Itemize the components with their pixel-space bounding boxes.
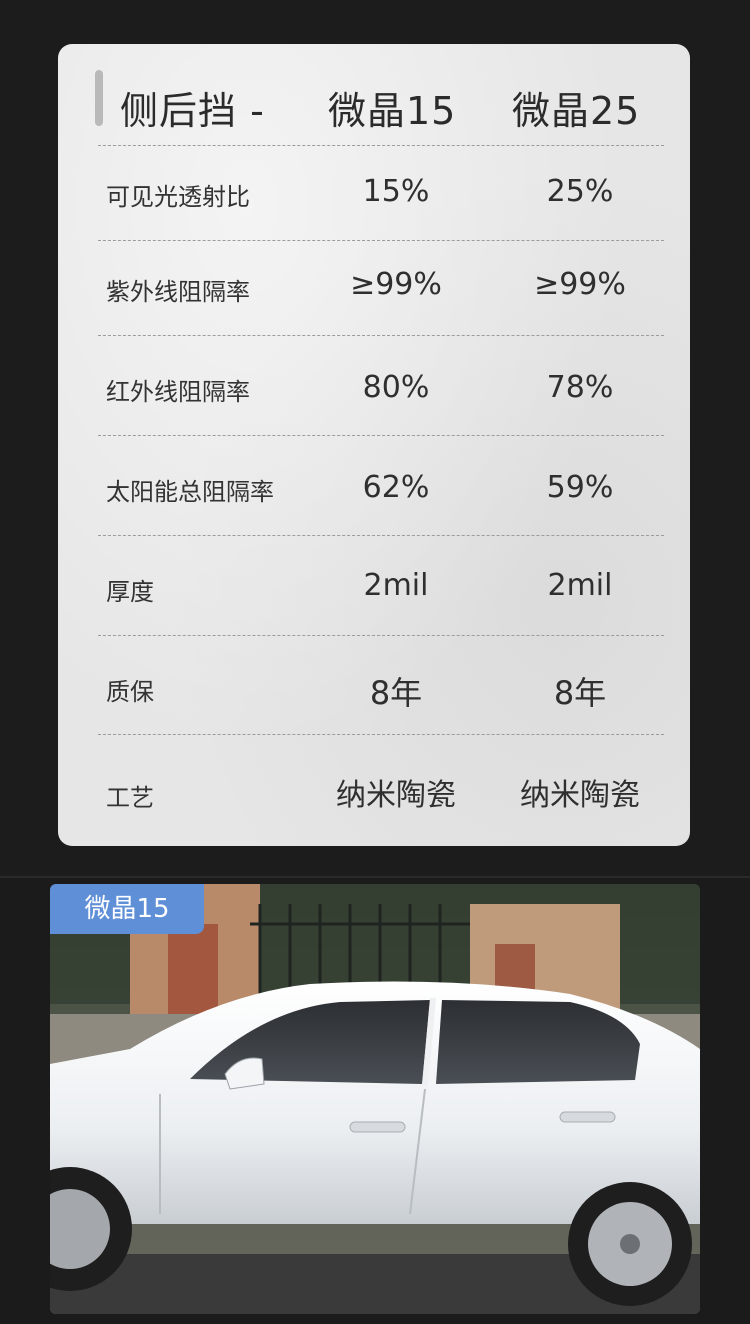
row-divider — [98, 435, 664, 436]
row-value-b: ≥99% — [534, 267, 626, 302]
row-value-a: 8年 — [369, 674, 423, 712]
row-label: 可见光透射比 — [106, 183, 250, 211]
row-value-a: 2mil — [363, 568, 429, 603]
car-photo: 微晶15 — [50, 884, 700, 1314]
row-value-a: ≥99% — [350, 267, 442, 302]
row-label: 红外线阻隔率 — [106, 378, 250, 406]
row-label: 太阳能总阻隔率 — [106, 478, 274, 506]
row-value-b: 8年 — [553, 674, 607, 712]
row-value-b: 2mil — [547, 568, 613, 603]
row-label: 质保 — [106, 678, 154, 706]
row-divider — [98, 635, 664, 636]
row-value-a: 62% — [362, 470, 430, 505]
row-divider — [98, 734, 664, 735]
row-label: 工艺 — [106, 784, 154, 812]
column-header-a: 微晶15 — [328, 89, 457, 133]
row-divider — [98, 145, 664, 146]
row-value-b: 25% — [546, 174, 614, 209]
row-value-b: 59% — [546, 470, 614, 505]
row-label: 紫外线阻隔率 — [106, 278, 250, 306]
section-divider — [0, 876, 750, 878]
row-value-b: 纳米陶瓷 — [520, 778, 640, 813]
spec-comparison-card: 侧后挡 - 微晶15 微晶25 可见光透射比 15% 25% 紫外线阻隔率 ≥9… — [58, 44, 690, 846]
row-value-a: 纳米陶瓷 — [336, 778, 456, 813]
row-divider — [98, 335, 664, 336]
car-illustration — [50, 884, 700, 1314]
row-label: 厚度 — [106, 578, 154, 606]
row-value-a: 15% — [362, 174, 430, 209]
header-accent-bar — [95, 70, 103, 126]
table-header-label: 侧后挡 - — [120, 89, 265, 133]
photo-badge: 微晶15 — [50, 884, 204, 934]
row-value-a: 80% — [362, 370, 430, 405]
row-value-b: 78% — [546, 370, 614, 405]
row-divider — [98, 240, 664, 241]
row-divider — [98, 535, 664, 536]
column-header-b: 微晶25 — [512, 89, 641, 133]
